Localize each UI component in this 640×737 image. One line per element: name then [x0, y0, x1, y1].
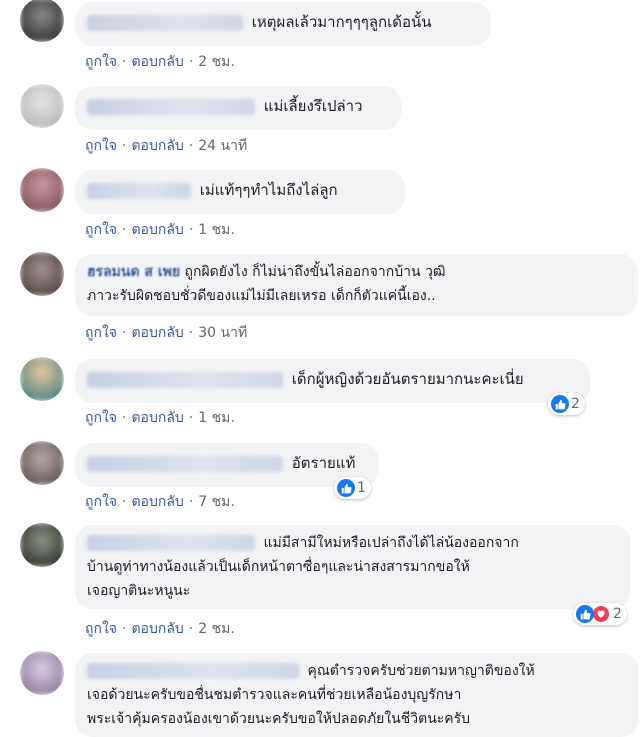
- comment-bubble: เหตุผลเล้วมากๆๆๆลูกเด้อนั้น: [75, 2, 491, 46]
- like-link[interactable]: ถูกใจ: [85, 138, 117, 154]
- comment-bubble: แม่เลี้ยงรึเปล่าว: [75, 86, 401, 130]
- comment-text: เหตุผลเล้วมากๆๆๆลูกเด้อนั้น: [251, 13, 432, 31]
- avatar[interactable]: [20, 441, 64, 485]
- comment-text: ภาวะรับผิดชอบชั่วดีของแม่ไม่มีเลยเหรอ เด…: [87, 288, 436, 304]
- comment-text: เม่แท้ๆๆทำไมถึงไล่ลูก: [199, 181, 338, 199]
- comment-actions: ถูกใจ · ตอบกลับ · 1 ชม.: [85, 407, 235, 429]
- like-link[interactable]: ถูกใจ: [85, 222, 117, 238]
- comment-actions: ถูกใจ · ตอบกลับ · 24 นาที: [85, 135, 247, 157]
- comment-time[interactable]: 1 ชม.: [198, 410, 235, 426]
- like-link[interactable]: ถูกใจ: [85, 54, 117, 70]
- comment-text: เจอด้วยนะครับขอชื่นชมตำรวจและคนที่ช่วยเห…: [87, 687, 462, 703]
- comment-time[interactable]: 2 ชม.: [198, 621, 235, 637]
- separator: ·: [188, 222, 194, 238]
- avatar[interactable]: [20, 651, 64, 695]
- separator: ·: [122, 222, 127, 238]
- comment-time[interactable]: 24 นาที: [198, 138, 247, 154]
- comment-actions: ถูกใจ · ตอบกลับ · 30 นาที: [85, 322, 247, 344]
- reply-link[interactable]: ตอบกลับ: [131, 54, 183, 70]
- like-link[interactable]: ถูกใจ: [85, 325, 117, 341]
- comment-text: แม่เลี้ยงรึเปล่าว: [263, 97, 363, 115]
- separator: ·: [188, 621, 194, 637]
- reply-link[interactable]: ตอบกลับ: [131, 138, 183, 154]
- comment-text: เจอญาตินะหนูนะ: [87, 583, 191, 599]
- comment-actions: ถูกใจ · ตอบกลับ · 7 ชม.: [85, 491, 235, 513]
- reaction-number: 2: [571, 396, 580, 412]
- comment-time[interactable]: 7 ชม.: [198, 494, 235, 510]
- comment-time[interactable]: 1 ชม.: [198, 222, 235, 238]
- like-link[interactable]: ถูกใจ: [85, 494, 117, 510]
- reaction-count[interactable]: 2: [548, 393, 585, 415]
- comment-actions: ถูกใจ · ตอบกลับ · 1 ชม.: [85, 219, 235, 241]
- separator: ·: [122, 621, 127, 637]
- comment-bubble: แม่มีสามีใหม่หรือเปล่าถึงได้ไล่น้องออกจา…: [75, 525, 631, 609]
- like-reaction-icon: [576, 605, 594, 623]
- separator: ·: [122, 138, 127, 154]
- separator: ·: [188, 138, 194, 154]
- separator: ·: [122, 325, 127, 341]
- comment-actions: ถูกใจ · ตอบกลับ · 2 ชม.: [85, 51, 235, 73]
- separator: ·: [188, 325, 194, 341]
- separator: ·: [188, 54, 194, 70]
- comment-actions: ถูกใจ · ตอบกลับ · 2 ชม.: [85, 618, 235, 640]
- reply-link[interactable]: ตอบกลับ: [131, 494, 183, 510]
- comment-time[interactable]: 2 ชม.: [198, 54, 235, 70]
- reaction-count[interactable]: 1: [334, 477, 371, 499]
- reaction-number: 1: [357, 480, 366, 496]
- commenter-name[interactable]: [87, 182, 191, 199]
- comment-text: พระเจ้าคุ้มครองน้องเขาด้วยนะครับขอให้ปลอ…: [87, 711, 471, 727]
- separator: ·: [188, 410, 194, 426]
- comment-text: บ้านดูท่าทางน้องแล้วเป็นเด็กหน้าตาซื่อๆแ…: [87, 559, 470, 575]
- comment-bubble: เด็กผู้หญิงด้วยอันตรายมากนะคะเนี่ย: [75, 359, 591, 403]
- reaction-count[interactable]: 2: [573, 603, 627, 625]
- like-link[interactable]: ถูกใจ: [85, 621, 117, 637]
- commenter-name[interactable]: [87, 371, 283, 388]
- separator: ·: [122, 410, 127, 426]
- avatar[interactable]: [20, 84, 64, 128]
- reply-link[interactable]: ตอบกลับ: [131, 222, 183, 238]
- commenter-name[interactable]: [87, 14, 243, 31]
- comment-bubble: ฮรลมนด ส เพย ถูกผิดยังไง ก็ไม่น่าถึงขั้น…: [75, 254, 638, 316]
- like-reaction-icon: [337, 479, 355, 497]
- commenter-name[interactable]: [87, 535, 255, 551]
- separator: ·: [122, 54, 127, 70]
- avatar[interactable]: [20, 523, 64, 567]
- comment-bubble: เม่แท้ๆๆทำไมถึงไล่ลูก: [75, 170, 405, 214]
- avatar[interactable]: [20, 0, 64, 42]
- reaction-number: 2: [613, 606, 622, 622]
- comment-bubble: คุณตำรวจครับช่วยตามหาญาติของให้ เจอด้วยน…: [75, 653, 639, 737]
- comment-time[interactable]: 30 นาที: [198, 325, 247, 341]
- like-link[interactable]: ถูกใจ: [85, 410, 117, 426]
- separator: ·: [188, 494, 194, 510]
- avatar[interactable]: [20, 168, 64, 212]
- comment-text: คุณตำรวจครับช่วยตามหาญาติของให้: [307, 663, 535, 679]
- reply-link[interactable]: ตอบกลับ: [131, 410, 183, 426]
- avatar[interactable]: [20, 357, 64, 401]
- comment-text: อัตรายแท้: [291, 454, 356, 472]
- reply-link[interactable]: ตอบกลับ: [131, 325, 183, 341]
- comment-text: แม่มีสามีใหม่หรือเปล่าถึงได้ไล่น้องออกจา…: [263, 535, 519, 551]
- commenter-name[interactable]: ฮรลมนด ส เพย: [87, 264, 180, 280]
- commenter-name[interactable]: [87, 98, 255, 115]
- comment-text: เด็กผู้หญิงด้วยอันตรายมากนะคะเนี่ย: [291, 370, 524, 388]
- reply-link[interactable]: ตอบกลับ: [131, 621, 183, 637]
- commenter-name[interactable]: [87, 455, 283, 472]
- like-reaction-icon: [551, 395, 569, 413]
- comment-text: ถูกผิดยังไง ก็ไม่น่าถึงขั้นไล่ออกจากบ้าน…: [184, 264, 446, 280]
- love-reaction-icon: [592, 605, 610, 623]
- avatar[interactable]: [20, 252, 64, 296]
- comment-bubble: อัตรายแท้: [75, 443, 379, 487]
- separator: ·: [122, 494, 127, 510]
- commenter-name[interactable]: [87, 663, 299, 679]
